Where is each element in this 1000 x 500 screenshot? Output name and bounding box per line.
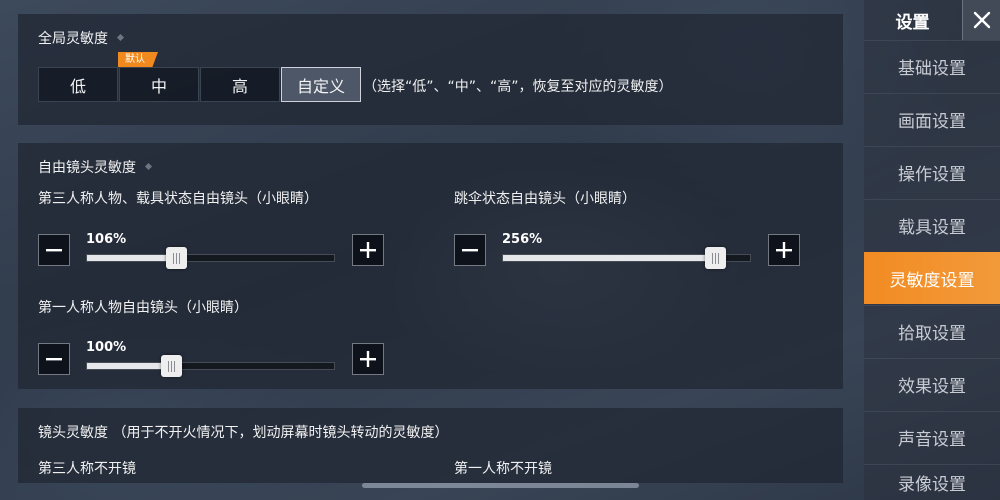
parachute-free-camera-decrease-button[interactable] xyxy=(454,234,486,266)
sidebar-item-basic[interactable]: 基础设置 xyxy=(864,40,1000,92)
settings-title: 设置 xyxy=(895,12,930,33)
slider-thumb[interactable] xyxy=(165,247,187,269)
third-person-free-camera-value: 106% xyxy=(86,232,127,247)
minus-icon xyxy=(46,358,62,361)
global-sensitivity-panel: 全局灵敏度 低 中 高 自定义 默认 （选择“低”、“中”、“高”，恢复至对应的… xyxy=(18,14,843,125)
sensitivity-low-button[interactable]: 低 xyxy=(38,67,118,102)
global-sensitivity-hint: （选择“低”、“中”、“高”，恢复至对应的灵敏度） xyxy=(363,79,673,95)
slider-thumb[interactable] xyxy=(705,247,727,269)
camera-sensitivity-panel: 镜头灵敏度 （用于不开火情况下，划动屏幕时镜头转动的灵敏度） 第三人称不开镜 第… xyxy=(18,408,843,483)
slider-fill xyxy=(503,255,716,261)
first-person-no-scope-label: 第一人称不开镜 xyxy=(454,461,552,477)
camera-sensitivity-title: 镜头灵敏度 （用于不开火情况下，划动屏幕时镜头转动的灵敏度） xyxy=(38,425,449,441)
plus-icon xyxy=(360,351,376,367)
plus-icon xyxy=(776,242,792,258)
horizontal-scrollbar[interactable] xyxy=(362,483,639,488)
sidebar-item-graphics[interactable]: 画面设置 xyxy=(864,93,1000,145)
minus-icon xyxy=(462,249,478,252)
first-person-free-camera-slider[interactable] xyxy=(86,355,335,377)
sidebar-item-recording[interactable]: 录像设置 xyxy=(864,464,1000,500)
diamond-icon xyxy=(144,162,153,170)
sensitivity-custom-button[interactable]: 自定义 xyxy=(281,67,361,102)
sensitivity-high-button[interactable]: 高 xyxy=(200,67,280,102)
sensitivity-medium-button[interactable]: 中 xyxy=(119,67,199,102)
third-person-free-camera-slider[interactable] xyxy=(86,247,335,269)
sidebar-item-controls[interactable]: 操作设置 xyxy=(864,146,1000,198)
minus-icon xyxy=(46,249,62,252)
third-person-free-camera-increase-button[interactable] xyxy=(352,234,384,266)
free-camera-title: 自由镜头灵敏度 xyxy=(38,157,153,177)
close-icon xyxy=(973,11,990,29)
first-person-free-camera-increase-button[interactable] xyxy=(352,343,384,375)
slider-fill xyxy=(87,363,171,369)
sidebar-item-effects[interactable]: 效果设置 xyxy=(864,358,1000,410)
global-sensitivity-title: 全局灵敏度 xyxy=(38,28,125,48)
close-button[interactable] xyxy=(962,0,1000,40)
third-person-free-camera-label: 第三人称人物、载具状态自由镜头（小眼睛） xyxy=(38,191,318,207)
sidebar-item-pickup[interactable]: 拾取设置 xyxy=(864,305,1000,357)
free-camera-title-text: 自由镜头灵敏度 xyxy=(38,160,136,176)
parachute-free-camera-value: 256% xyxy=(502,232,543,247)
sidebar-item-sensitivity[interactable]: 灵敏度设置 xyxy=(864,252,1000,304)
global-sensitivity-title-text: 全局灵敏度 xyxy=(38,31,108,47)
parachute-free-camera-label: 跳伞状态自由镜头（小眼睛） xyxy=(454,191,636,207)
first-person-free-camera-label: 第一人称人物自由镜头（小眼睛） xyxy=(38,300,248,316)
sidebar-item-audio[interactable]: 声音设置 xyxy=(864,411,1000,463)
diamond-icon xyxy=(116,33,125,41)
slider-fill xyxy=(87,255,176,261)
default-badge: 默认 xyxy=(118,52,158,67)
third-person-no-scope-label: 第三人称不开镜 xyxy=(38,461,136,477)
slider-thumb[interactable] xyxy=(160,355,182,377)
free-camera-sensitivity-panel: 自由镜头灵敏度 第三人称人物、载具状态自由镜头（小眼睛） 106% 跳伞状态自由… xyxy=(18,143,843,389)
first-person-free-camera-value: 100% xyxy=(86,340,127,355)
parachute-free-camera-slider[interactable] xyxy=(502,247,751,269)
third-person-free-camera-decrease-button[interactable] xyxy=(38,234,70,266)
parachute-free-camera-increase-button[interactable] xyxy=(768,234,800,266)
first-person-free-camera-decrease-button[interactable] xyxy=(38,343,70,375)
sidebar-item-vehicle[interactable]: 载具设置 xyxy=(864,199,1000,251)
plus-icon xyxy=(360,242,376,258)
